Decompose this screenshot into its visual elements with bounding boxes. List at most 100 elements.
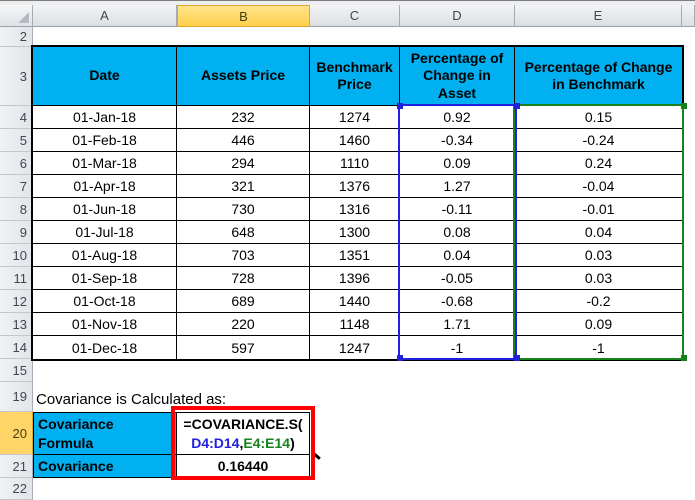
range-handle[interactable]	[514, 103, 520, 109]
cell-benchmark-price[interactable]: 1148	[310, 313, 400, 336]
cell-pct-change-asset[interactable]: -0.05	[400, 267, 515, 290]
cell-date[interactable]: 01-Sep-18	[33, 267, 177, 290]
cell-pct-change-benchmark[interactable]: 0.03	[515, 244, 682, 267]
header-cell-date[interactable]: Date	[33, 47, 177, 106]
result-cell-covariance-value[interactable]: 0.16440	[177, 455, 310, 478]
cell-pct-change-asset[interactable]: 0.92	[400, 106, 515, 129]
row-header-3[interactable]: 3	[0, 47, 33, 106]
cell-pct-change-benchmark[interactable]: 0.24	[515, 152, 682, 175]
label-cell-covariance-formula[interactable]: Covariance Formula	[33, 412, 177, 455]
cell-date[interactable]: 01-Apr-18	[33, 175, 177, 198]
header-cell-benchmark-price[interactable]: Benchmark Price	[310, 47, 400, 106]
cell-benchmark-price[interactable]: 1316	[310, 198, 400, 221]
cell-date[interactable]: 01-Jun-18	[33, 198, 177, 221]
cell-pct-change-benchmark[interactable]: 0.15	[515, 106, 682, 129]
cell-benchmark-price[interactable]: 1396	[310, 267, 400, 290]
cell-benchmark-price[interactable]: 1247	[310, 336, 400, 359]
cell-pct-change-benchmark[interactable]: 0.03	[515, 267, 682, 290]
row-header-20-selected[interactable]: 20	[0, 412, 33, 455]
row-header-11[interactable]: 11	[0, 267, 33, 290]
formula-range2: E4:E14	[243, 434, 291, 451]
row-header-12[interactable]: 12	[0, 290, 33, 313]
formula-cell[interactable]: =COVARIANCE.S( D4:D14,E4:E14)	[177, 412, 310, 455]
row-header-7[interactable]: 7	[0, 175, 33, 198]
cell-assets-price[interactable]: 648	[177, 221, 310, 244]
cell-benchmark-price[interactable]: 1274	[310, 106, 400, 129]
range-handle[interactable]	[681, 355, 687, 361]
column-header-e[interactable]: E	[515, 5, 682, 27]
cell-assets-price[interactable]: 232	[177, 106, 310, 129]
column-header-d[interactable]: D	[400, 5, 515, 27]
range-handle[interactable]	[397, 103, 403, 109]
cell-date[interactable]: 01-Jul-18	[33, 221, 177, 244]
cell-benchmark-price[interactable]: 1460	[310, 129, 400, 152]
cell-benchmark-price[interactable]: 1110	[310, 152, 400, 175]
select-all-button[interactable]	[0, 5, 33, 27]
cell-date[interactable]: 01-Jan-18	[33, 106, 177, 129]
cell-pct-change-asset[interactable]: 0.04	[400, 244, 515, 267]
cell-pct-change-asset[interactable]: 0.09	[400, 152, 515, 175]
range-handle[interactable]	[514, 355, 520, 361]
note-cell[interactable]: Covariance is Calculated as:	[36, 388, 226, 411]
row-header-19[interactable]: 19	[0, 382, 33, 412]
cell-pct-change-asset[interactable]: -1	[400, 336, 515, 359]
row-header-2[interactable]: 2	[0, 27, 33, 47]
cell-pct-change-benchmark[interactable]: 0.04	[515, 221, 682, 244]
label-line-1: Covariance	[38, 415, 114, 432]
cell-assets-price[interactable]: 728	[177, 267, 310, 290]
row-header-9[interactable]: 9	[0, 221, 33, 244]
header-cell-pct-change-benchmark[interactable]: Percentage of Change in Benchmark	[515, 47, 682, 106]
row-header-21[interactable]: 21	[0, 455, 33, 478]
cell-date[interactable]: 01-Mar-18	[33, 152, 177, 175]
column-header-b-selected[interactable]: B	[177, 5, 310, 27]
cell-benchmark-price[interactable]: 1300	[310, 221, 400, 244]
range-handle[interactable]	[397, 355, 403, 361]
row-header-4[interactable]: 4	[0, 106, 33, 129]
cell-date[interactable]: 01-Dec-18	[33, 336, 177, 359]
cell-pct-change-asset[interactable]: 1.71	[400, 313, 515, 336]
row-header-22[interactable]: 22	[0, 478, 33, 500]
cell-pct-change-asset[interactable]: -0.34	[400, 129, 515, 152]
header-cell-assets-price[interactable]: Assets Price	[177, 47, 310, 106]
cell-pct-change-asset[interactable]: -0.11	[400, 198, 515, 221]
cell-pct-change-asset[interactable]: -0.68	[400, 290, 515, 313]
cell-pct-change-asset[interactable]: 0.08	[400, 221, 515, 244]
formula-arguments: D4:D14,E4:E14)	[191, 434, 295, 453]
cell-pct-change-benchmark[interactable]: -0.24	[515, 129, 682, 152]
excel-spreadsheet: A B C D E 2 3 4 5 6 7 8 9 10 11 12 13 14…	[0, 0, 695, 500]
cell-assets-price[interactable]: 597	[177, 336, 310, 359]
range-handle[interactable]	[681, 103, 687, 109]
row-header-10[interactable]: 10	[0, 244, 33, 267]
row-header-14[interactable]: 14	[0, 336, 33, 359]
cell-pct-change-benchmark[interactable]: 0.09	[515, 313, 682, 336]
cell-date[interactable]: 01-Nov-18	[33, 313, 177, 336]
column-header-partial[interactable]	[682, 5, 695, 27]
row-header-6[interactable]: 6	[0, 152, 33, 175]
column-header-c[interactable]: C	[310, 5, 400, 27]
row-header-13[interactable]: 13	[0, 313, 33, 336]
cell-assets-price[interactable]: 294	[177, 152, 310, 175]
cell-benchmark-price[interactable]: 1351	[310, 244, 400, 267]
row-header-5[interactable]: 5	[0, 129, 33, 152]
row-header-15[interactable]: 15	[0, 359, 33, 382]
cell-pct-change-asset[interactable]: 1.27	[400, 175, 515, 198]
cell-assets-price[interactable]: 446	[177, 129, 310, 152]
cell-pct-change-benchmark[interactable]: -1	[515, 336, 682, 359]
cell-assets-price[interactable]: 689	[177, 290, 310, 313]
cell-date[interactable]: 01-Feb-18	[33, 129, 177, 152]
cell-assets-price[interactable]: 703	[177, 244, 310, 267]
cell-benchmark-price[interactable]: 1440	[310, 290, 400, 313]
cell-date[interactable]: 01-Aug-18	[33, 244, 177, 267]
cell-benchmark-price[interactable]: 1376	[310, 175, 400, 198]
cell-assets-price[interactable]: 321	[177, 175, 310, 198]
label-cell-covariance[interactable]: Covariance	[33, 455, 177, 478]
cell-pct-change-benchmark[interactable]: -0.01	[515, 198, 682, 221]
cell-assets-price[interactable]: 730	[177, 198, 310, 221]
row-header-8[interactable]: 8	[0, 198, 33, 221]
cell-assets-price[interactable]: 220	[177, 313, 310, 336]
cell-pct-change-benchmark[interactable]: -0.04	[515, 175, 682, 198]
header-cell-pct-change-asset[interactable]: Percentage of Change in Asset	[400, 47, 515, 106]
cell-pct-change-benchmark[interactable]: -0.2	[515, 290, 682, 313]
cell-date[interactable]: 01-Oct-18	[33, 290, 177, 313]
column-header-a[interactable]: A	[33, 5, 177, 27]
